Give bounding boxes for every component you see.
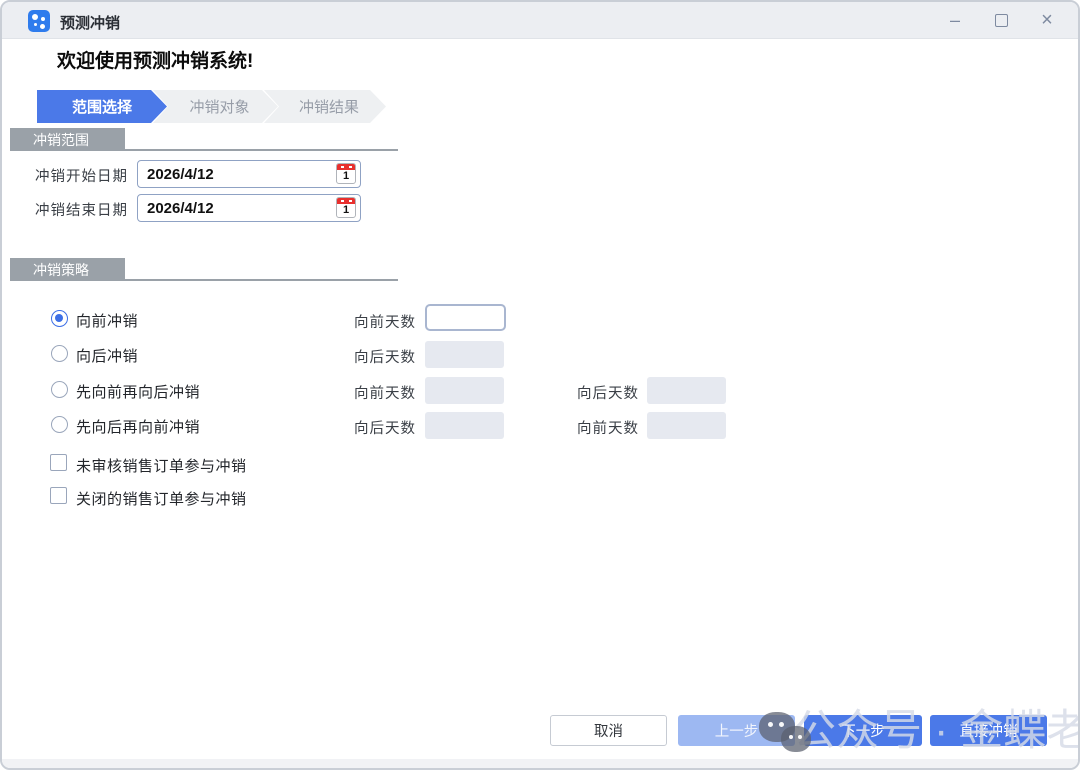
forward-days-label: 向前天数 [577, 417, 639, 438]
backward-days-label: 向后天数 [577, 382, 639, 403]
checkbox-unaudited-orders[interactable] [50, 454, 67, 471]
checkbox-label: 关闭的销售订单参与冲销 [76, 488, 247, 509]
end-date-label: 冲销结束日期 [35, 199, 128, 220]
checkbox-closed-orders[interactable] [50, 487, 67, 504]
window-title: 预测冲销 [60, 12, 120, 33]
close-button[interactable]: × [1034, 8, 1060, 34]
radio-forward-then-backward[interactable] [51, 381, 68, 398]
next-step-button[interactable]: 下一步 [804, 715, 922, 746]
radio-forward-offset[interactable] [51, 310, 68, 327]
backward-days-label: 向后天数 [354, 346, 416, 367]
backward-days-input [425, 341, 504, 368]
minimize-button[interactable]: – [942, 8, 968, 34]
radio-backward-then-forward[interactable] [51, 416, 68, 433]
start-date-input[interactable] [137, 160, 361, 188]
previous-step-button[interactable]: 上一步 [678, 715, 795, 746]
forward-days-input [647, 412, 726, 439]
radio-backward-offset[interactable] [51, 345, 68, 362]
forward-days-label: 向前天数 [354, 311, 416, 332]
calendar-icon[interactable]: 1 [336, 163, 356, 184]
backward-days-input [647, 377, 726, 404]
direct-offset-button[interactable]: 直接冲销 [930, 715, 1047, 746]
end-date-input[interactable] [137, 194, 361, 222]
section-title-strategy: 冲销策略 [10, 258, 125, 281]
app-logo-icon [28, 10, 50, 32]
forward-days-input[interactable] [425, 304, 506, 331]
radio-label: 向前冲销 [76, 310, 138, 331]
tab-step-offset-target[interactable]: 冲销对象 [153, 90, 278, 123]
radio-label: 向后冲销 [76, 345, 138, 366]
section-title-range: 冲销范围 [10, 128, 125, 151]
backward-days-label: 向后天数 [354, 417, 416, 438]
welcome-heading: 欢迎使用预测冲销系统! [57, 46, 253, 73]
maximize-button[interactable] [988, 8, 1014, 34]
checkbox-label: 未审核销售订单参与冲销 [76, 455, 247, 476]
radio-label: 先向前再向后冲销 [76, 381, 200, 402]
backward-days-input [425, 412, 504, 439]
dialog-window: 预测冲销 – × 欢迎使用预测冲销系统! 范围选择 冲销对象 冲销结果 冲销范围… [0, 0, 1080, 770]
window-bottom-edge [2, 759, 1078, 768]
forward-days-input [425, 377, 504, 404]
calendar-icon[interactable]: 1 [336, 197, 356, 218]
cancel-button[interactable]: 取消 [550, 715, 667, 746]
radio-label: 先向后再向前冲销 [76, 416, 200, 437]
tab-step-offset-result[interactable]: 冲销结果 [264, 90, 386, 123]
titlebar: 预测冲销 – × [2, 2, 1078, 39]
forward-days-label: 向前天数 [354, 382, 416, 403]
start-date-label: 冲销开始日期 [35, 165, 128, 186]
tab-step-range-select[interactable]: 范围选择 [37, 90, 167, 123]
